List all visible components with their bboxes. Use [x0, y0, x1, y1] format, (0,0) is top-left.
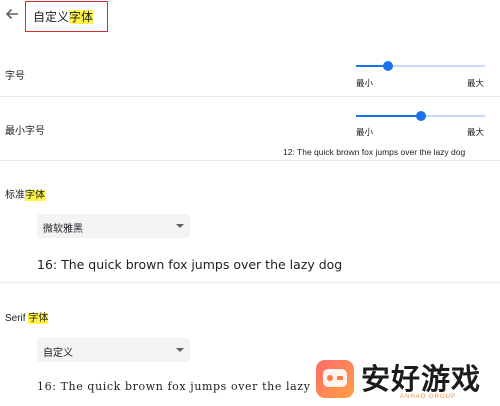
min-font-size-sample: 12: The quick brown fox jumps over the l… [283, 147, 466, 157]
page-title-highlight: 字体 [69, 10, 94, 24]
serif-font-label: Serif 字体 [5, 309, 49, 324]
watermark-logo-icon [316, 360, 354, 398]
font-size-slider-knob[interactable] [383, 61, 394, 71]
font-size-min-label: 最小 [356, 78, 374, 88]
min-font-size-min-label: 最小 [356, 127, 374, 137]
watermark-text: 安好游戏 [361, 362, 482, 396]
divider [0, 96, 500, 97]
standard-font-label-prefix: 标准 [5, 190, 25, 201]
font-size-max-label: 最大 [467, 78, 485, 88]
min-font-size-slider-knob[interactable] [415, 111, 426, 121]
serif-font-select[interactable]: 自定义 [37, 338, 190, 362]
min-font-size-max-label: 最大 [467, 127, 485, 137]
standard-font-select[interactable]: 微软雅黑 [37, 214, 190, 238]
min-font-size-slider[interactable] [356, 111, 485, 121]
chevron-down-icon [176, 224, 184, 228]
font-size-label: 字号 [5, 71, 25, 82]
page-title: 自定义字体 [33, 8, 94, 25]
min-font-size-label: 最小字号 [5, 126, 45, 137]
standard-font-label: 标准字体 [5, 186, 45, 201]
divider [0, 282, 500, 283]
page-title-prefix: 自定义 [33, 10, 70, 24]
watermark-subtext: ANHAO GROUP [400, 394, 457, 400]
serif-font-sample: 16: The quick brown fox jumps over the l… [37, 380, 311, 393]
serif-font-label-prefix: Serif [5, 313, 29, 324]
chevron-down-icon [176, 348, 184, 352]
standard-font-select-value: 微软雅黑 [43, 224, 83, 235]
standard-font-label-highlight: 字体 [25, 190, 45, 201]
min-font-size-slider-fill [356, 115, 421, 117]
font-size-slider[interactable] [356, 61, 485, 71]
divider [0, 160, 500, 161]
back-arrow-icon[interactable] [3, 5, 21, 23]
standard-font-sample: 16: The quick brown fox jumps over the l… [37, 257, 343, 272]
serif-font-label-highlight: 字体 [28, 313, 49, 324]
serif-font-select-value: 自定义 [43, 348, 73, 359]
